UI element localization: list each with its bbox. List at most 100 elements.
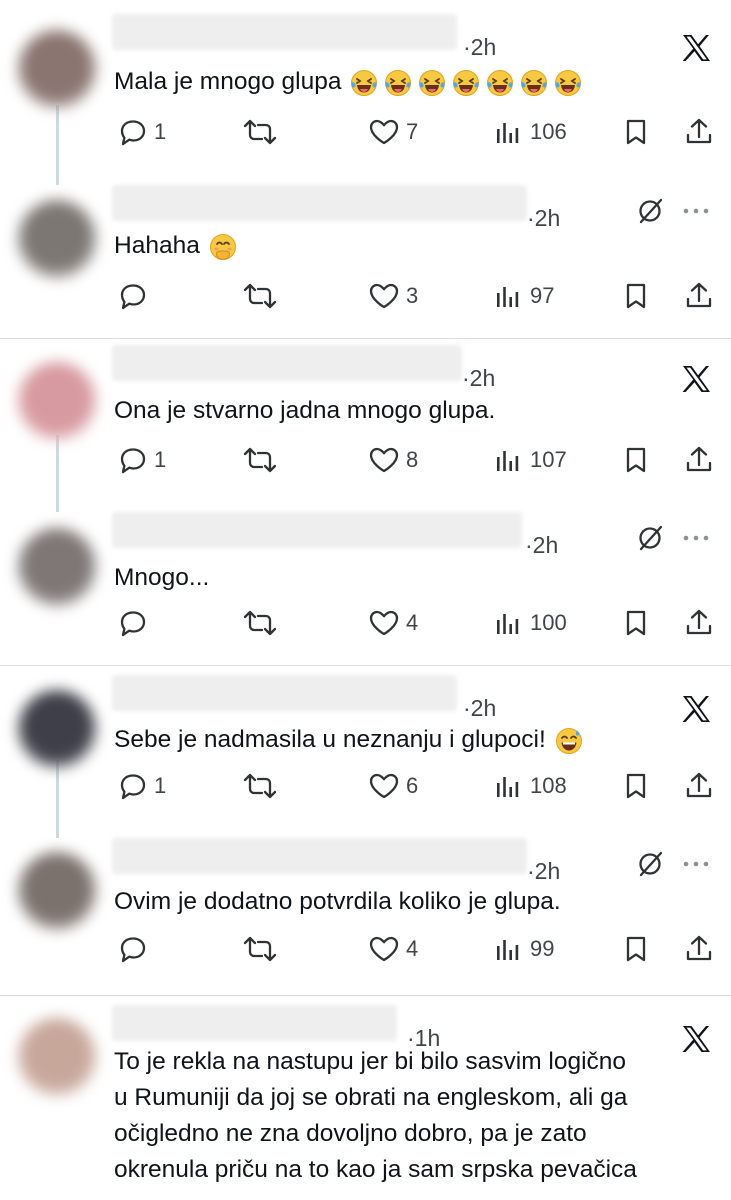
- like-icon: [369, 773, 399, 799]
- avatar[interactable]: [18, 528, 96, 606]
- username-redacted[interactable]: [112, 1005, 397, 1041]
- share-button[interactable]: [684, 281, 714, 311]
- username-redacted[interactable]: [112, 185, 527, 221]
- username-redacted[interactable]: [112, 838, 527, 874]
- views-icon: [497, 287, 519, 307]
- bookmark-button[interactable]: [622, 281, 650, 311]
- comment-text-line: očigledno ne zna dovoljno dobro, pa je z…: [114, 1120, 587, 1147]
- laughing-tears-emoji: [419, 69, 446, 96]
- bookmark-button[interactable]: [622, 445, 650, 475]
- share-icon: [686, 282, 712, 308]
- retweet-button[interactable]: [243, 117, 277, 147]
- reply-icon: [120, 611, 146, 637]
- share-button[interactable]: [684, 608, 714, 638]
- share-button[interactable]: [684, 117, 714, 147]
- views-button[interactable]: 97: [494, 281, 554, 311]
- comment-text: Mala je mnogo glupa: [114, 64, 582, 99]
- retweet-button[interactable]: [243, 934, 277, 964]
- more-icon: [683, 208, 709, 214]
- timestamp[interactable]: ·2h: [463, 695, 496, 722]
- avatar[interactable]: [18, 362, 96, 440]
- comment-text-body: Sebe je nadmasila u neznanju i glupoci!: [114, 726, 546, 753]
- avatar[interactable]: [18, 690, 96, 768]
- retweet-icon: [243, 610, 277, 636]
- retweet-button[interactable]: [243, 771, 277, 801]
- share-button[interactable]: [684, 934, 714, 964]
- views-icon: [497, 123, 519, 143]
- bookmark-button[interactable]: [622, 117, 650, 147]
- views-count: 99: [530, 936, 555, 961]
- share-button[interactable]: [684, 771, 714, 801]
- reply-button[interactable]: 1: [118, 445, 166, 475]
- reply-icon: [120, 774, 146, 800]
- x-logo-icon: [682, 35, 710, 61]
- retweet-button[interactable]: [243, 281, 277, 311]
- retweet-icon: [243, 773, 277, 799]
- views-button[interactable]: 99: [494, 934, 554, 964]
- thread-line: [56, 105, 59, 185]
- like-button[interactable]: 8: [368, 445, 418, 475]
- like-button[interactable]: 4: [368, 608, 418, 638]
- like-button[interactable]: 3: [368, 281, 418, 311]
- views-button[interactable]: 100: [494, 608, 567, 638]
- retweet-button[interactable]: [243, 445, 277, 475]
- views-button[interactable]: 106: [494, 117, 567, 147]
- like-button[interactable]: 6: [368, 771, 418, 801]
- like-button[interactable]: 4: [368, 934, 418, 964]
- timestamp[interactable]: ·2h: [525, 532, 558, 559]
- like-icon: [369, 610, 399, 636]
- retweet-button[interactable]: [243, 608, 277, 638]
- views-icon: [497, 777, 519, 797]
- retweet-icon: [243, 119, 277, 145]
- username-redacted[interactable]: [112, 14, 457, 50]
- avatar[interactable]: [18, 200, 96, 278]
- share-icon: [686, 609, 712, 635]
- username-redacted[interactable]: [112, 675, 457, 711]
- views-count: 108: [530, 773, 567, 798]
- comment-divider: [0, 830, 731, 831]
- comment-text: Hahaha: [114, 228, 237, 263]
- reply-button[interactable]: [118, 281, 148, 311]
- bookmark-button[interactable]: [622, 934, 650, 964]
- comment-text-line: u Rumuniji da joj se obrati na engleskom…: [114, 1084, 628, 1111]
- share-icon: [686, 772, 712, 798]
- views-button[interactable]: 108: [494, 771, 567, 801]
- x-logo-icon: [682, 1026, 710, 1052]
- username-redacted[interactable]: [112, 345, 462, 381]
- timestamp[interactable]: ·2h: [527, 205, 560, 232]
- laughing-tears-emoji: [351, 69, 378, 96]
- mute-icon: [639, 851, 663, 877]
- views-button[interactable]: 107: [494, 445, 567, 475]
- bookmark-icon: [626, 447, 646, 473]
- like-icon: [369, 119, 399, 145]
- timestamp[interactable]: ·2h: [527, 858, 560, 885]
- timestamp[interactable]: ·2h: [462, 365, 495, 392]
- avatar[interactable]: [18, 852, 96, 930]
- reply-icon: [120, 448, 146, 474]
- thread-line: [56, 435, 59, 512]
- x-logo-icon: [682, 366, 710, 392]
- share-button[interactable]: [684, 445, 714, 475]
- reply-button[interactable]: 1: [118, 117, 166, 147]
- reply-count: 1: [154, 119, 167, 144]
- share-icon: [686, 118, 712, 144]
- username-redacted[interactable]: [112, 512, 522, 548]
- bookmark-icon: [626, 936, 646, 962]
- views-count: 106: [530, 119, 567, 144]
- reply-button[interactable]: 1: [118, 771, 166, 801]
- like-button[interactable]: 7: [368, 117, 418, 147]
- reply-button[interactable]: [118, 934, 148, 964]
- avatar[interactable]: [18, 1018, 96, 1096]
- comment-divider: [0, 665, 731, 666]
- comment-text-body: Ona je stvarno jadna mnogo glupa.: [114, 397, 496, 424]
- reply-button[interactable]: [118, 608, 148, 638]
- like-count: 4: [406, 936, 419, 961]
- reply-icon: [120, 284, 146, 310]
- timestamp[interactable]: ·2h: [463, 34, 496, 61]
- bookmark-button[interactable]: [622, 608, 650, 638]
- views-count: 97: [530, 283, 555, 308]
- avatar[interactable]: [18, 30, 96, 108]
- sweat-smile-emoji: [555, 727, 582, 754]
- bookmark-button[interactable]: [622, 771, 650, 801]
- thread-line: [56, 760, 59, 838]
